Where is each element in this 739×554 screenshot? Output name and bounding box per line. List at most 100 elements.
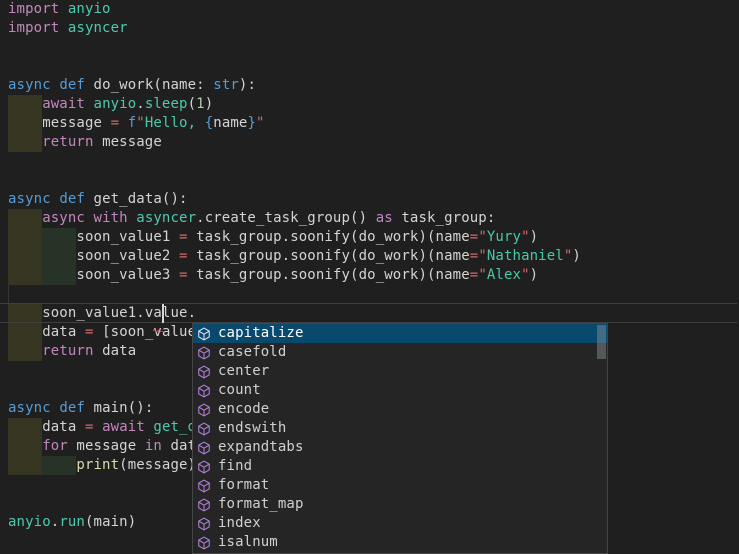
completion-item-find[interactable]: find [193,457,607,476]
completion-popup: capitalizecasefoldcentercountencodeendsw… [192,323,608,554]
code-token [85,210,94,226]
completion-item-count[interactable]: count [193,381,607,400]
symbol-method-icon [196,364,212,380]
code-token: )( [418,229,435,245]
code-line: anyio.run(main) [8,513,136,532]
completion-list: capitalizecasefoldcentercountencodeendsw… [193,324,607,552]
code-token: soonify [290,248,350,264]
completion-item-isalnum[interactable]: isalnum [193,533,607,552]
code-token: data [42,419,76,435]
code-token: await [102,419,145,435]
code-token: (): [162,191,188,207]
symbol-method-icon [196,478,212,494]
completion-item-label: format_map [218,495,304,514]
code-token: do_work [359,267,419,283]
scrollbar-thumb[interactable] [597,325,606,359]
code-token: async [8,77,51,93]
code-token [8,115,42,131]
code-token [85,400,94,416]
code-token: = [179,267,188,283]
code-token [8,343,42,359]
code-line: async def get_data(): [8,190,188,209]
code-token [8,305,42,321]
code-line: message = f"Hello, {name}" [8,114,265,133]
code-token: get_d [153,419,196,435]
completion-item-endswith[interactable]: endswith [193,419,607,438]
code-token: def [59,77,85,93]
code-token: soon_value [111,324,197,340]
code-editor[interactable]: import anyioimport asyncerasync def do_w… [0,0,739,554]
code-line: return data [8,342,136,361]
completion-scrollbar[interactable] [597,324,607,553]
symbol-method-icon [196,497,212,513]
code-line: import asyncer [8,19,128,38]
code-token: sleep [145,96,188,112]
code-token [8,324,42,340]
code-token: ( [85,514,94,530]
code-line: soon_value1.value. [8,304,196,323]
code-token: ) [205,96,214,112]
completion-item-center[interactable]: center [193,362,607,381]
code-token: main [94,514,128,530]
completion-item-index[interactable]: index [193,514,607,533]
code-token: asyncer [68,20,128,36]
code-token: async [42,210,85,226]
code-token: async [8,400,51,416]
code-token: run [59,514,85,530]
code-token [59,1,68,17]
symbol-method-icon [196,516,212,532]
code-token: in [145,438,162,454]
completion-item-label: encode [218,400,269,419]
code-token: message [128,457,188,473]
code-line: async def main(): [8,399,153,418]
completion-item-format_map[interactable]: format_map [193,495,607,514]
code-token: with [94,210,128,226]
code-token: (): [128,400,154,416]
code-token: task_group [196,229,282,245]
code-token: { [205,115,214,131]
completion-item-format[interactable]: format [193,476,607,495]
completion-item-encode[interactable]: encode [193,400,607,419]
code-token [119,115,128,131]
completion-item-label: count [218,381,261,400]
code-token [8,210,42,226]
symbol-method-icon [196,440,212,456]
code-token [136,438,145,454]
code-token: async [8,191,51,207]
symbol-method-icon [196,535,212,551]
code-token: ) [530,267,539,283]
code-token: " [136,115,145,131]
code-line: return message [8,133,162,152]
code-token: () [350,210,367,226]
code-line: print(message) [8,456,196,475]
code-token [8,419,42,435]
code-token: data [102,343,136,359]
code-token: ( [119,457,128,473]
code-token: . [188,305,197,321]
code-line: async def do_work(name: str): [8,76,256,95]
code-token [128,210,137,226]
code-token [76,324,85,340]
code-token: = [111,115,120,131]
code-token: ( [350,229,359,245]
code-token: message [76,438,136,454]
code-token: Yury [487,229,521,245]
completion-item-label: format [218,476,269,495]
completion-item-casefold[interactable]: casefold [193,343,607,362]
code-token [8,457,76,473]
completion-item-capitalize[interactable]: capitalize [193,324,607,343]
completion-item-label: find [218,457,252,476]
code-token: soon_value2 [76,248,170,264]
code-token [94,419,103,435]
code-token: def [59,191,85,207]
code-token [85,191,94,207]
completion-item-label: isalnum [218,533,278,552]
symbol-method-icon [196,383,212,399]
code-token: " [478,248,487,264]
code-token: do_work [359,248,419,264]
code-line: soon_value1 = task_group.soonify(do_work… [8,228,538,247]
code-token [8,229,76,245]
completion-item-expandtabs[interactable]: expandtabs [193,438,607,457]
code-token: anyio [8,514,51,530]
indent-guide [8,285,9,304]
